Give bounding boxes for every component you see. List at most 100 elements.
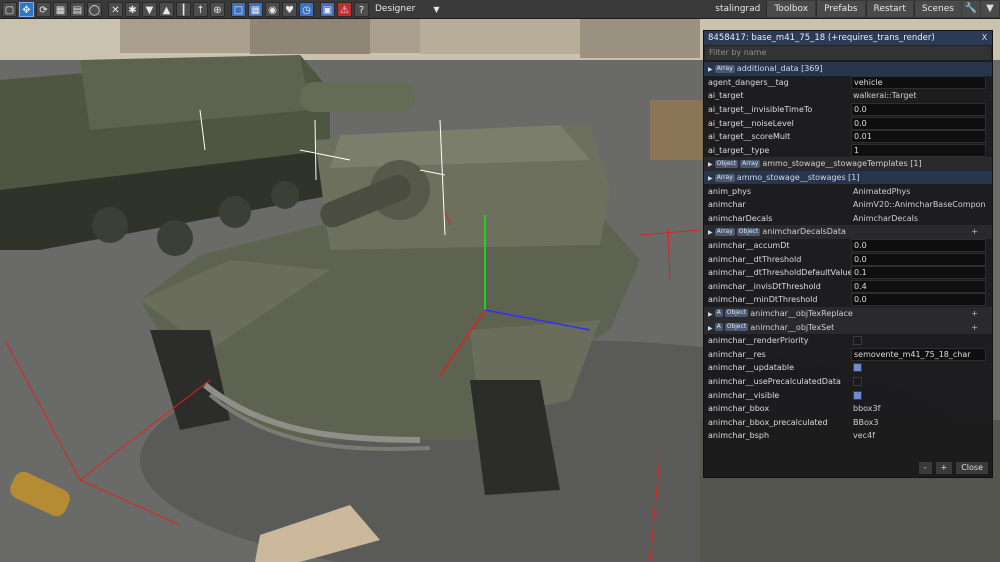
filter-icon[interactable]: ▼ [142, 1, 157, 17]
property-value: BBox3 [853, 417, 879, 427]
property-row: animchar__accumDt 0.0 [704, 239, 992, 253]
property-row: ai_target__scoreMult 0.01 [704, 130, 992, 144]
group-name: animcharDecalsData [762, 227, 846, 237]
property-checkbox[interactable] [853, 376, 862, 386]
property-group-header[interactable]: ▶ Array additional_data [369] [704, 62, 992, 76]
property-value-input[interactable]: 0.0 [851, 103, 986, 117]
add-button[interactable]: + [935, 462, 953, 474]
timer-icon[interactable]: ◷ [299, 1, 314, 17]
property-label: animchar__invisDtThreshold [708, 281, 821, 291]
close-icon[interactable]: ✕ [108, 1, 123, 17]
property-group-header[interactable]: ▶ Object Array ammo_stowage__stowageTemplat… [704, 157, 992, 171]
property-row: animcharDecals AnimcharDecals [704, 212, 992, 226]
waypoint-icon[interactable]: ↑ [193, 1, 208, 17]
save-icon[interactable]: ▣ [320, 1, 335, 17]
property-label: animchar [708, 200, 746, 210]
property-checkbox[interactable] [853, 336, 862, 346]
wrench-icon[interactable]: 🔧 [962, 1, 980, 17]
property-group-header[interactable]: ▶ A Object animchar__objTexReplace + [704, 306, 992, 321]
property-value-input[interactable]: 0.0 [851, 252, 986, 266]
expand-arrow-icon[interactable]: ▶ [708, 175, 713, 182]
select-icon[interactable]: ▢ [2, 1, 17, 17]
property-label: animchar__updatable [708, 363, 795, 373]
property-value: bbox3f [853, 404, 881, 414]
toolbar-right: stalingrad Toolbox Prefabs Restart Scene… [709, 0, 1000, 18]
image-icon[interactable]: ▦ [248, 1, 263, 17]
type-tag: Object [714, 159, 739, 168]
grid-icon[interactable]: ◯ [87, 1, 102, 17]
add-element-button[interactable]: + [971, 323, 978, 332]
property-row: animchar__minDtThreshold 0.0 [704, 293, 992, 307]
group-label: ▶ Array Object animcharDecalsData [704, 227, 846, 236]
level-name: stalingrad [715, 4, 761, 14]
move-icon[interactable]: ✥ [19, 1, 34, 17]
property-value-input[interactable]: 0.0 [851, 293, 986, 307]
add-element-button[interactable]: + [971, 227, 978, 236]
property-checkbox[interactable] [853, 390, 862, 400]
property-row: animchar__dtThreshold 0.0 [704, 252, 992, 266]
inspector-close-icon[interactable]: X [979, 32, 990, 43]
property-value-input[interactable]: 1 [851, 143, 986, 157]
scenes-button[interactable]: Scenes [913, 1, 961, 17]
filter-input[interactable]: Filter by name [705, 46, 991, 60]
help-icon[interactable]: ? [354, 1, 369, 17]
group-name: animchar__objTexSet [750, 322, 835, 332]
target-icon[interactable]: ⊕ [210, 1, 225, 17]
expand-arrow-icon[interactable]: ▶ [708, 161, 713, 168]
property-row: animchar__visible [704, 388, 992, 402]
property-row: ai_target__invisibleTimeTo 0.0 [704, 103, 992, 117]
property-label: animchar__res [708, 349, 766, 359]
eye-icon[interactable]: ◉ [265, 1, 280, 17]
property-group-header[interactable]: ▶ Array ammo_stowage__stowages [1] [704, 170, 992, 185]
property-label: ai_target [708, 91, 744, 101]
property-row: animchar__dtThresholdDefaultValue 0.1 [704, 266, 992, 280]
rotate-icon[interactable]: ⟳ [36, 1, 51, 17]
expand-arrow-icon[interactable]: ▶ [708, 66, 713, 73]
group-name: ammo_stowage__stowages [1] [736, 173, 860, 183]
toolbox-button[interactable]: Toolbox [766, 1, 816, 17]
type-tag: Array [740, 159, 761, 168]
property-row: animchar_bsph vec4f [704, 429, 992, 443]
property-checkbox[interactable] [853, 363, 862, 373]
property-value-input[interactable]: 0.1 [851, 266, 986, 280]
property-label: ai_target__invisibleTimeTo [708, 105, 813, 115]
editor-toolbar: ▢ ✥ ⟳ ▦ ▤ ◯ ✕ ✱ ▼ ▲ ┃ ↑ ⊕ □ ▦ ◉ ♥ ◷ ▣ ⚠ … [0, 0, 1000, 19]
property-row: animchar__renderPriority [704, 334, 992, 348]
property-group-header[interactable]: ▶ Array Object animcharDecalsData + [704, 225, 992, 239]
expand-arrow-icon[interactable]: ▶ [708, 311, 713, 318]
menu-chevron-icon[interactable]: ▼ [981, 1, 999, 17]
add-element-button[interactable]: + [971, 309, 978, 318]
property-value: AnimcharDecals [853, 213, 918, 223]
property-value-input[interactable]: 0.0 [851, 116, 986, 130]
property-label: animchar_bbox [708, 404, 770, 414]
type-tag: Array [714, 173, 735, 182]
property-value-input[interactable]: 0.01 [851, 130, 986, 144]
property-value: walkerai::Target [853, 91, 917, 101]
property-row: agent_dangers__tag vehicle [704, 75, 992, 90]
page-icon[interactable]: □ [231, 1, 246, 17]
heart-icon[interactable]: ♥ [282, 1, 297, 17]
surface-icon[interactable]: ▤ [70, 1, 85, 17]
mode-select[interactable]: Designer ▼ [375, 2, 439, 17]
remove-button[interactable]: - [918, 462, 932, 474]
flag-icon[interactable]: ▲ [159, 1, 174, 17]
restart-button[interactable]: Restart [865, 1, 913, 17]
property-value-input[interactable]: 0.0 [851, 239, 986, 253]
property-label: animchar__dtThresholdDefaultValue [708, 268, 851, 278]
property-value-input[interactable]: 0.4 [851, 279, 986, 293]
property-group-header[interactable]: ▶ A Object animchar__objTexSet + [704, 320, 992, 334]
type-tag: Object [736, 227, 761, 236]
warning-icon[interactable]: ⚠ [337, 1, 352, 17]
prefabs-button[interactable]: Prefabs [816, 1, 865, 17]
expand-arrow-icon[interactable]: ▶ [708, 325, 713, 332]
property-value-input[interactable]: semovente_m41_75_18_char [851, 347, 986, 361]
expand-arrow-icon[interactable]: ▶ [708, 229, 713, 236]
scale-icon[interactable]: ▦ [53, 1, 68, 17]
property-row: animchar__updatable [704, 361, 992, 375]
property-value-input[interactable]: vehicle [851, 75, 986, 89]
close-button[interactable]: Close [956, 462, 988, 474]
inspector-title-bar[interactable]: 8458417: base_m41_75_18 (+requires_trans… [704, 31, 992, 45]
property-label: animchar_bbox_precalculated [708, 417, 828, 427]
columns-icon[interactable]: ┃ [176, 1, 191, 17]
tree-icon[interactable]: ✱ [125, 1, 140, 17]
